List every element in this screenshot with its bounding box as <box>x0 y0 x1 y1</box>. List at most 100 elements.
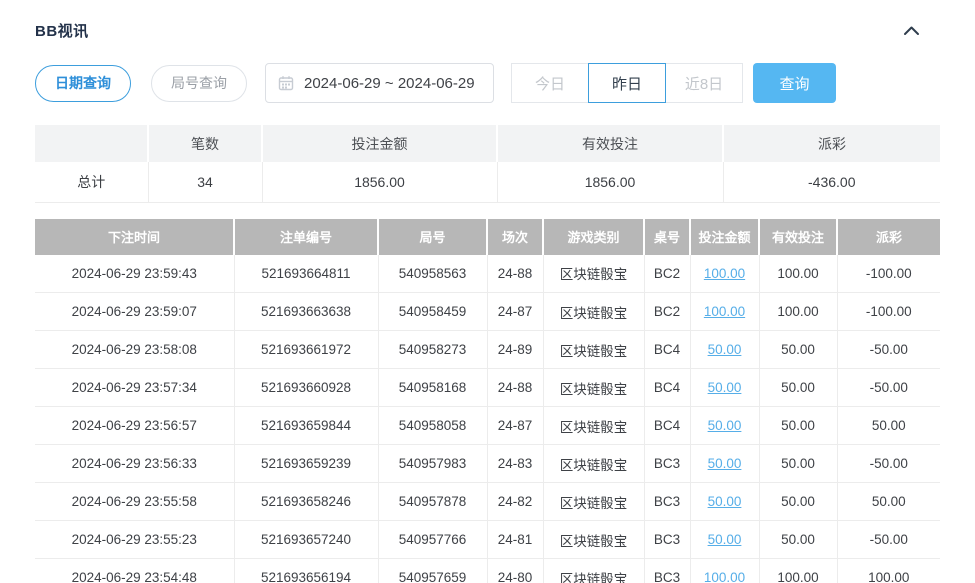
cell-table-id: BC3 <box>644 559 690 583</box>
cell-payout: -100.00 <box>837 255 940 293</box>
cell-table-id: BC3 <box>644 521 690 559</box>
cell-session: 24-89 <box>487 331 543 369</box>
summary-total-label: 总计 <box>35 162 148 202</box>
search-button[interactable]: 查询 <box>753 63 836 103</box>
column-header-order-id: 注单编号 <box>234 219 378 255</box>
page-title: BB视讯 <box>35 20 89 41</box>
cell-session: 24-82 <box>487 483 543 521</box>
cell-bet-amount: 50.00 <box>690 445 759 483</box>
bet-amount-link[interactable]: 50.00 <box>708 418 742 433</box>
cell-session: 24-88 <box>487 255 543 293</box>
filter-bar: 日期查询 局号查询 2024-06-29 ~ 2024-06-29 今日 <box>35 63 940 103</box>
cell-bet-amount: 50.00 <box>690 331 759 369</box>
cell-round-id: 540957659 <box>378 559 487 583</box>
column-header-bet-time: 下注时间 <box>35 219 234 255</box>
cell-session: 24-81 <box>487 521 543 559</box>
cell-round-id: 540957878 <box>378 483 487 521</box>
cell-order-id: 521693663638 <box>234 293 378 331</box>
bet-amount-link[interactable]: 100.00 <box>704 266 745 281</box>
cell-bet-time: 2024-06-29 23:58:08 <box>35 331 234 369</box>
cell-payout: -50.00 <box>837 369 940 407</box>
cell-bet-amount: 100.00 <box>690 255 759 293</box>
cell-bet-time: 2024-06-29 23:54:48 <box>35 559 234 583</box>
cell-table-id: BC2 <box>644 255 690 293</box>
table-row: 2024-06-29 23:59:43521693664811540958563… <box>35 255 940 293</box>
bb-video-panel: BB视讯 日期查询 局号查询 <box>0 0 975 583</box>
column-header-bet-amount: 投注金额 <box>690 219 759 255</box>
column-header-table-id: 桌号 <box>644 219 690 255</box>
table-row: 2024-06-29 23:56:57521693659844540958058… <box>35 407 940 445</box>
cell-bet-amount: 100.00 <box>690 559 759 583</box>
date-range-input[interactable]: 2024-06-29 ~ 2024-06-29 <box>265 63 494 103</box>
summary-total-bet-amount: 1856.00 <box>262 162 497 202</box>
bet-table-body: 2024-06-29 23:59:43521693664811540958563… <box>35 255 940 583</box>
column-header-payout: 派彩 <box>837 219 940 255</box>
cell-payout: -50.00 <box>837 331 940 369</box>
quick-today-button[interactable]: 今日 <box>511 63 589 103</box>
summary-total-count: 34 <box>148 162 262 202</box>
summary-header-blank <box>35 125 148 162</box>
table-row: 2024-06-29 23:55:58521693658246540957878… <box>35 483 940 521</box>
cell-game-type: 区块链骰宝 <box>543 521 644 559</box>
cell-game-type: 区块链骰宝 <box>543 445 644 483</box>
cell-valid-bet: 50.00 <box>759 521 837 559</box>
bet-amount-link[interactable]: 50.00 <box>708 342 742 357</box>
cell-valid-bet: 50.00 <box>759 445 837 483</box>
table-row: 2024-06-29 23:55:23521693657240540957766… <box>35 521 940 559</box>
cell-payout: -50.00 <box>837 445 940 483</box>
cell-bet-time: 2024-06-29 23:56:57 <box>35 407 234 445</box>
table-row: 2024-06-29 23:56:33521693659239540957983… <box>35 445 940 483</box>
summary-header-count: 笔数 <box>148 125 262 162</box>
cell-bet-amount: 50.00 <box>690 483 759 521</box>
cell-valid-bet: 50.00 <box>759 407 837 445</box>
cell-bet-amount: 100.00 <box>690 293 759 331</box>
bet-table: 下注时间注单编号局号场次游戏类别桌号投注金额有效投注派彩 2024-06-29 … <box>35 219 940 583</box>
cell-round-id: 540957766 <box>378 521 487 559</box>
table-row: 2024-06-29 23:54:48521693656194540957659… <box>35 559 940 583</box>
bet-amount-link[interactable]: 100.00 <box>704 570 745 583</box>
cell-bet-time: 2024-06-29 23:59:43 <box>35 255 234 293</box>
cell-game-type: 区块链骰宝 <box>543 255 644 293</box>
quick-range-group: 今日 昨日 近8日 <box>511 63 743 103</box>
cell-round-id: 540958273 <box>378 331 487 369</box>
cell-order-id: 521693657240 <box>234 521 378 559</box>
cell-table-id: BC3 <box>644 483 690 521</box>
cell-table-id: BC3 <box>644 445 690 483</box>
cell-game-type: 区块链骰宝 <box>543 483 644 521</box>
cell-session: 24-88 <box>487 369 543 407</box>
summary-table: 笔数 投注金额 有效投注 派彩 总计 34 1856.00 1856.00 -4… <box>35 125 940 203</box>
bet-amount-link[interactable]: 50.00 <box>708 494 742 509</box>
cell-payout: -50.00 <box>837 521 940 559</box>
table-row: 2024-06-29 23:58:08521693661972540958273… <box>35 331 940 369</box>
cell-order-id: 521693659844 <box>234 407 378 445</box>
cell-bet-time: 2024-06-29 23:56:33 <box>35 445 234 483</box>
cell-table-id: BC4 <box>644 331 690 369</box>
cell-game-type: 区块链骰宝 <box>543 331 644 369</box>
summary-header-bet-amount: 投注金额 <box>262 125 497 162</box>
bet-amount-link[interactable]: 50.00 <box>708 456 742 471</box>
cell-payout: 50.00 <box>837 407 940 445</box>
column-header-round-id: 局号 <box>378 219 487 255</box>
summary-total-valid-bet: 1856.00 <box>497 162 723 202</box>
bet-amount-link[interactable]: 100.00 <box>704 304 745 319</box>
panel-header: BB视讯 <box>35 0 940 41</box>
collapse-button[interactable] <box>898 21 924 41</box>
cell-round-id: 540958563 <box>378 255 487 293</box>
cell-game-type: 区块链骰宝 <box>543 559 644 583</box>
cell-session: 24-87 <box>487 407 543 445</box>
quick-yesterday-button[interactable]: 昨日 <box>588 63 666 103</box>
summary-header-row: 笔数 投注金额 有效投注 派彩 <box>35 125 940 162</box>
chevron-up-icon <box>903 25 920 36</box>
column-header-game-type: 游戏类别 <box>543 219 644 255</box>
bet-amount-link[interactable]: 50.00 <box>708 532 742 547</box>
round-query-tab[interactable]: 局号查询 <box>151 65 247 102</box>
date-range-value: 2024-06-29 ~ 2024-06-29 <box>304 75 475 92</box>
cell-bet-amount: 50.00 <box>690 521 759 559</box>
cell-order-id: 521693656194 <box>234 559 378 583</box>
date-query-tab[interactable]: 日期查询 <box>35 65 131 102</box>
cell-table-id: BC4 <box>644 369 690 407</box>
column-header-valid-bet: 有效投注 <box>759 219 837 255</box>
bet-amount-link[interactable]: 50.00 <box>708 380 742 395</box>
cell-valid-bet: 50.00 <box>759 483 837 521</box>
quick-last8days-button[interactable]: 近8日 <box>665 63 743 103</box>
